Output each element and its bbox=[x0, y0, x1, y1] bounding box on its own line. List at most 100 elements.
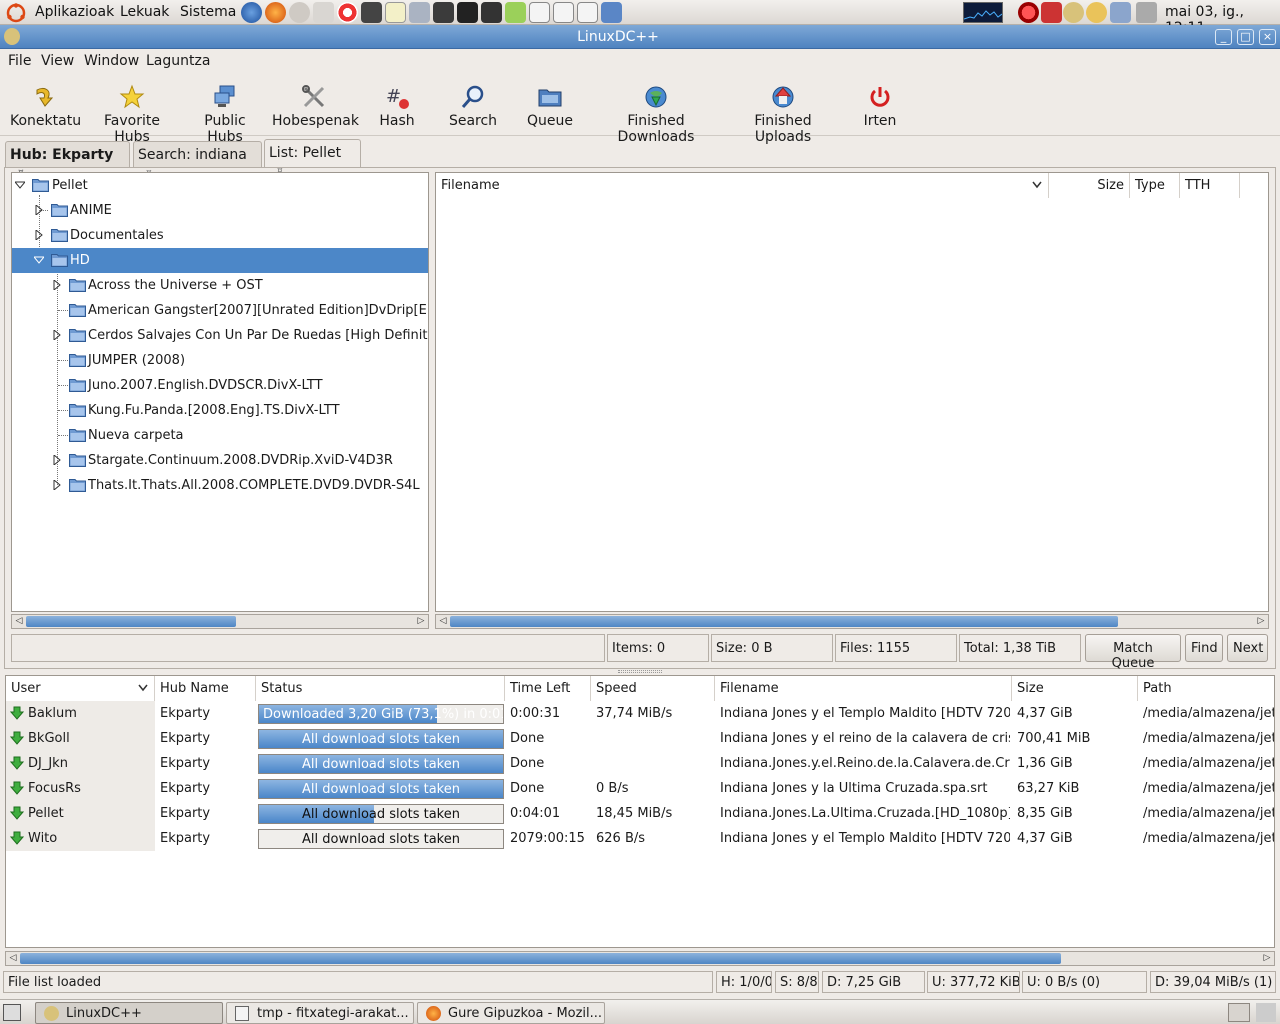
close-button[interactable]: × bbox=[1259, 29, 1276, 45]
next-button[interactable]: Next bbox=[1227, 634, 1268, 662]
expand-arrow-icon[interactable] bbox=[34, 205, 44, 215]
record-stop-icon[interactable] bbox=[1018, 2, 1039, 23]
scroll-thumb[interactable] bbox=[26, 616, 236, 627]
scroll-thumb[interactable] bbox=[450, 616, 1118, 627]
network-launcher-icon[interactable] bbox=[409, 2, 430, 23]
column-speed[interactable]: Speed bbox=[591, 676, 715, 701]
find-button[interactable]: Find bbox=[1185, 634, 1223, 662]
column-tth[interactable]: TTH bbox=[1180, 173, 1240, 198]
tree-item-anime[interactable]: ANIME bbox=[12, 198, 428, 223]
tab-list-pellet[interactable]: List: Pellet¤ bbox=[264, 139, 361, 176]
tree-item-root[interactable]: Pellet bbox=[12, 173, 428, 198]
tab-hub-ekparty[interactable]: Hub: Ekparty¤ bbox=[5, 141, 130, 178]
transfers-list[interactable]: User Hub Name Status Time Left Speed Fil… bbox=[5, 675, 1275, 948]
column-status[interactable]: Status bbox=[256, 676, 505, 701]
expand-arrow-icon[interactable] bbox=[52, 280, 62, 290]
tree-item-documentales[interactable]: Documentales bbox=[12, 223, 428, 248]
menu-lekuak[interactable]: Lekuak bbox=[120, 4, 169, 20]
tree-item-folder[interactable]: Stargate.Continuum.2008.DVDRip.XviD-V4D3… bbox=[12, 448, 428, 473]
terminal-launcher-icon[interactable] bbox=[361, 2, 382, 23]
menu-sistema[interactable]: Sistema bbox=[180, 4, 236, 20]
help-launcher-icon[interactable] bbox=[337, 2, 358, 23]
firefox-launcher-icon[interactable] bbox=[265, 2, 286, 23]
menu-file[interactable]: File bbox=[8, 53, 31, 69]
menu-view[interactable]: View bbox=[41, 53, 74, 69]
task-file-browser[interactable]: tmp - fitxategi-arakat... bbox=[226, 1002, 414, 1024]
cd-launcher-icon[interactable] bbox=[289, 2, 310, 23]
favorite-hubs-button[interactable]: Favorite Hubs bbox=[86, 74, 178, 145]
tree-item-folder[interactable]: JUMPER (2008) bbox=[12, 348, 428, 373]
match-queue-button[interactable]: Match Queue bbox=[1085, 634, 1181, 671]
ubuntu-logo-icon[interactable] bbox=[6, 3, 26, 23]
column-size[interactable]: Size bbox=[1049, 173, 1130, 198]
volume-icon[interactable] bbox=[1136, 2, 1157, 23]
transfer-row[interactable]: Wito Ekparty All download slots taken 2079:… bbox=[6, 826, 1274, 851]
window-launcher-icon-2[interactable] bbox=[553, 2, 574, 23]
preferences-button[interactable]: Hobespenak bbox=[272, 74, 359, 134]
pane-splitter[interactable] bbox=[618, 670, 662, 673]
task-linuxdcpp[interactable]: LinuxDC++ bbox=[35, 1002, 223, 1024]
lock-launcher-icon[interactable] bbox=[481, 2, 502, 23]
menu-window[interactable]: Window bbox=[84, 53, 139, 69]
dcpp-launcher-icon[interactable] bbox=[433, 2, 454, 23]
transfer-row[interactable]: BkGoll Ekparty All download slots taken Don… bbox=[6, 726, 1274, 751]
queue-button[interactable]: Queue bbox=[524, 74, 576, 134]
scroll-right-icon[interactable]: ▷ bbox=[414, 615, 428, 628]
column-filename[interactable]: Filename bbox=[436, 173, 1049, 198]
scroll-right-icon[interactable]: ▷ bbox=[1260, 952, 1274, 965]
search-tray-icon[interactable] bbox=[1086, 2, 1107, 23]
maximize-button[interactable]: □ bbox=[1237, 29, 1254, 45]
editor-launcher-icon[interactable] bbox=[385, 2, 406, 23]
run-launcher-icon[interactable] bbox=[505, 2, 526, 23]
window-launcher-icon[interactable] bbox=[529, 2, 550, 23]
tux-tray-icon[interactable] bbox=[1063, 2, 1084, 23]
show-desktop-icon[interactable] bbox=[3, 1004, 21, 1021]
finished-uploads-button[interactable]: Finished Uploads bbox=[728, 74, 838, 145]
column-user[interactable]: User bbox=[6, 676, 155, 701]
collapse-arrow-icon[interactable] bbox=[15, 180, 25, 190]
finished-downloads-button[interactable]: Finished Downloads bbox=[592, 74, 720, 145]
workspace-launcher-icon[interactable] bbox=[601, 2, 622, 23]
transfer-row[interactable]: Pellet Ekparty All download slots taken 0:0… bbox=[6, 801, 1274, 826]
workspace-switcher[interactable] bbox=[1228, 1003, 1250, 1022]
quit-button[interactable]: Irten bbox=[860, 74, 900, 134]
public-hubs-button[interactable]: Public Hubs bbox=[186, 74, 264, 145]
column-filename[interactable]: Filename bbox=[715, 676, 1012, 701]
tree-item-folder[interactable]: Kung.Fu.Panda.[2008.Eng].TS.DivX-LTT bbox=[12, 398, 428, 423]
expand-arrow-icon[interactable] bbox=[52, 480, 62, 490]
download-tray-icon[interactable] bbox=[1041, 2, 1062, 23]
transfer-row[interactable]: DJ_Jkn Ekparty All download slots taken Don… bbox=[6, 751, 1274, 776]
scroll-thumb[interactable] bbox=[20, 953, 1061, 964]
column-size[interactable]: Size bbox=[1012, 676, 1138, 701]
tab-search-indiana[interactable]: Search: indiana¤ bbox=[133, 141, 262, 178]
connect-button[interactable]: Konektatu bbox=[10, 74, 81, 134]
file-list[interactable]: Filename Size Type TTH bbox=[435, 172, 1269, 612]
column-type[interactable]: Type bbox=[1130, 173, 1180, 198]
menu-aplikazioak[interactable]: Aplikazioak bbox=[35, 4, 114, 20]
column-path[interactable]: Path bbox=[1138, 676, 1274, 701]
network-tray-icon[interactable] bbox=[1110, 2, 1131, 23]
column-hub-name[interactable]: Hub Name bbox=[155, 676, 256, 701]
transfer-row[interactable]: FocusRs Ekparty All download slots taken Do… bbox=[6, 776, 1274, 801]
window-launcher-icon-3[interactable] bbox=[577, 2, 598, 23]
directory-tree[interactable]: Pellet ANIME Documentales HD Across the … bbox=[11, 172, 429, 612]
expand-arrow-icon[interactable] bbox=[52, 455, 62, 465]
tree-item-folder[interactable]: Thats.It.Thats.All.2008.COMPLETE.DVD9.DV… bbox=[12, 473, 428, 498]
minimize-button[interactable]: _ bbox=[1215, 29, 1232, 45]
hash-button[interactable]: # Hash bbox=[374, 74, 420, 134]
console-launcher-icon[interactable] bbox=[457, 2, 478, 23]
window-titlebar[interactable]: LinuxDC++ _ □ × bbox=[0, 25, 1280, 49]
column-time-left[interactable]: Time Left bbox=[505, 676, 591, 701]
scroll-left-icon[interactable]: ◁ bbox=[436, 615, 450, 628]
filelist-hscrollbar[interactable]: ◁ ▷ bbox=[435, 614, 1269, 629]
mail-launcher-icon[interactable] bbox=[313, 2, 334, 23]
scroll-right-icon[interactable]: ▷ bbox=[1254, 615, 1268, 628]
system-monitor-icon[interactable] bbox=[963, 2, 1003, 23]
scroll-left-icon[interactable]: ◁ bbox=[6, 952, 20, 965]
trash-icon[interactable] bbox=[1256, 1003, 1276, 1022]
menu-laguntza[interactable]: Laguntza bbox=[146, 53, 210, 69]
transfer-row[interactable]: Baklum Ekparty Downloaded 3,20 GiB (73,1%)… bbox=[6, 701, 1274, 726]
scroll-left-icon[interactable]: ◁ bbox=[12, 615, 26, 628]
tree-item-folder[interactable]: Juno.2007.English.DVDSCR.DivX-LTT bbox=[12, 373, 428, 398]
globe-launcher-icon[interactable] bbox=[241, 2, 262, 23]
